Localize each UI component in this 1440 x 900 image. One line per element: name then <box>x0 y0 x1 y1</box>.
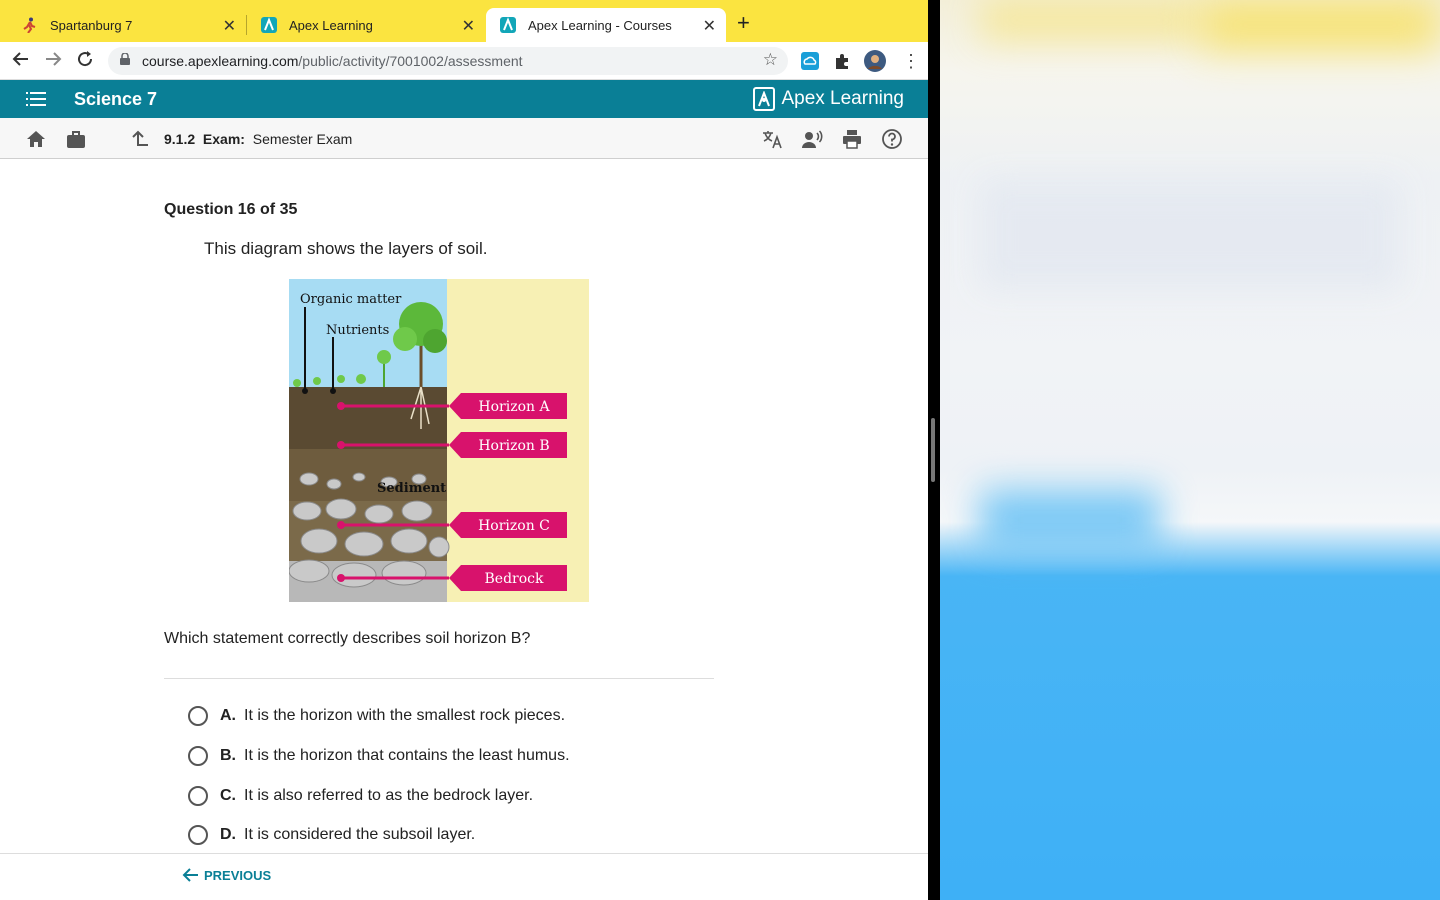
question-footer: PREVIOUS <box>0 853 928 900</box>
question-prompt: Which statement correctly describes soil… <box>164 630 531 647</box>
choice-letter: A. <box>220 707 236 724</box>
choice-letter: C. <box>220 787 236 804</box>
tab-apex-courses[interactable]: Apex Learning - Courses ✕ <box>486 8 726 42</box>
activity-toolbar: 9.1.2 Exam: Semester Exam <box>0 118 928 159</box>
answer-choice-d[interactable]: D. It is considered the subsoil layer. <box>188 823 475 847</box>
previous-label: PREVIOUS <box>204 867 272 883</box>
nutrients-label: Nutrients <box>326 323 389 338</box>
choice-text: It is also referred to as the bedrock la… <box>244 787 534 804</box>
reload-icon[interactable] <box>76 50 94 72</box>
radio-button[interactable] <box>188 786 208 806</box>
choice-text: It is considered the subsoil layer. <box>244 826 476 843</box>
question-panel: Question 16 of 35 This diagram shows the… <box>0 159 928 853</box>
apex-logo-icon <box>753 87 776 111</box>
apex-favicon-icon <box>500 17 516 33</box>
sediment-label: Sediment <box>377 481 446 496</box>
tab-apex-learning[interactable]: Apex Learning ✕ <box>247 8 485 42</box>
hamburger-menu-icon[interactable] <box>26 92 46 106</box>
radio-button[interactable] <box>188 825 208 845</box>
choice-text: It is the horizon with the smallest rock… <box>244 707 566 724</box>
organic-label: Organic matter <box>300 292 402 307</box>
apex-favicon-icon <box>261 17 277 33</box>
soil-layers-diagram: Organic matter Nutrients Sediment Horizo… <box>289 279 589 602</box>
text-to-speech-icon[interactable] <box>801 128 823 150</box>
activity-number: 9.1.2 <box>164 131 196 147</box>
radio-button[interactable] <box>188 746 208 766</box>
choice-letter: D. <box>220 826 236 843</box>
briefcase-icon[interactable] <box>65 128 87 150</box>
extensions-puzzle-icon[interactable] <box>833 52 851 70</box>
activity-title: Semester Exam <box>252 131 353 147</box>
back-icon[interactable] <box>12 50 30 72</box>
tab-title: Apex Learning <box>289 17 373 33</box>
activity-type: Exam: <box>202 131 245 147</box>
cloud-extension-icon[interactable] <box>801 52 819 70</box>
breadcrumb: 9.1.2 Exam: Semester Exam <box>164 131 352 147</box>
horizon-c-label: Horizon C <box>478 518 550 534</box>
bedrock-label: Bedrock <box>485 571 544 587</box>
close-tab-icon[interactable]: ✕ <box>703 16 716 36</box>
tab-title: Spartanburg 7 <box>50 17 133 33</box>
horizon-a-label: Horizon A <box>478 399 550 415</box>
close-tab-icon[interactable]: ✕ <box>462 16 475 36</box>
browser-menu-icon[interactable]: ⋮ <box>902 51 920 71</box>
tab-strip: Spartanburg 7 ✕ Apex Learning ✕ Apex Lea… <box>0 0 928 42</box>
close-tab-icon[interactable]: ✕ <box>223 16 236 36</box>
apex-logo[interactable]: Apex Learning <box>753 87 904 111</box>
tab-spartanburg[interactable]: Spartanburg 7 ✕ <box>8 8 246 42</box>
browser-window: Spartanburg 7 ✕ Apex Learning ✕ Apex Lea… <box>0 0 928 900</box>
browser-toolbar: course.apexlearning.com/public/activity/… <box>0 42 928 80</box>
address-bar[interactable]: course.apexlearning.com/public/activity/… <box>108 47 788 75</box>
lock-icon <box>120 53 130 65</box>
new-tab-icon[interactable]: + <box>737 12 750 34</box>
arrow-left-icon <box>182 868 198 882</box>
blurred-background-window <box>940 0 1440 900</box>
course-title: Science 7 <box>74 89 158 109</box>
home-icon[interactable] <box>25 128 47 150</box>
previous-button[interactable]: PREVIOUS <box>182 867 271 883</box>
runner-favicon-icon <box>22 17 38 33</box>
print-icon[interactable] <box>841 128 863 150</box>
radio-button[interactable] <box>188 706 208 726</box>
divider <box>164 678 714 679</box>
app-header: Science 7 Apex Learning <box>0 80 928 118</box>
answer-choice-c[interactable]: C. It is also referred to as the bedrock… <box>188 784 533 808</box>
choice-letter: B. <box>220 747 236 764</box>
answer-choice-a[interactable]: A. It is the horizon with the smallest r… <box>188 704 565 728</box>
bookmark-star-icon[interactable]: ☆ <box>763 50 778 70</box>
brand-name: Apex Learning <box>781 88 904 109</box>
translate-icon[interactable] <box>761 128 783 150</box>
horizon-b-label: Horizon B <box>478 438 549 454</box>
url-text: course.apexlearning.com/public/activity/… <box>142 53 523 69</box>
choice-text: It is the horizon that contains the leas… <box>244 747 570 764</box>
forward-icon[interactable] <box>44 50 62 72</box>
profile-avatar[interactable] <box>864 50 886 72</box>
question-intro: This diagram shows the layers of soil. <box>204 239 488 258</box>
help-icon[interactable] <box>881 128 903 150</box>
answer-choice-b[interactable]: B. It is the horizon that contains the l… <box>188 744 570 768</box>
split-resize-handle[interactable] <box>931 418 935 482</box>
up-level-icon[interactable] <box>128 128 150 150</box>
tab-title: Apex Learning - Courses <box>528 17 672 33</box>
question-counter: Question 16 of 35 <box>164 201 298 218</box>
